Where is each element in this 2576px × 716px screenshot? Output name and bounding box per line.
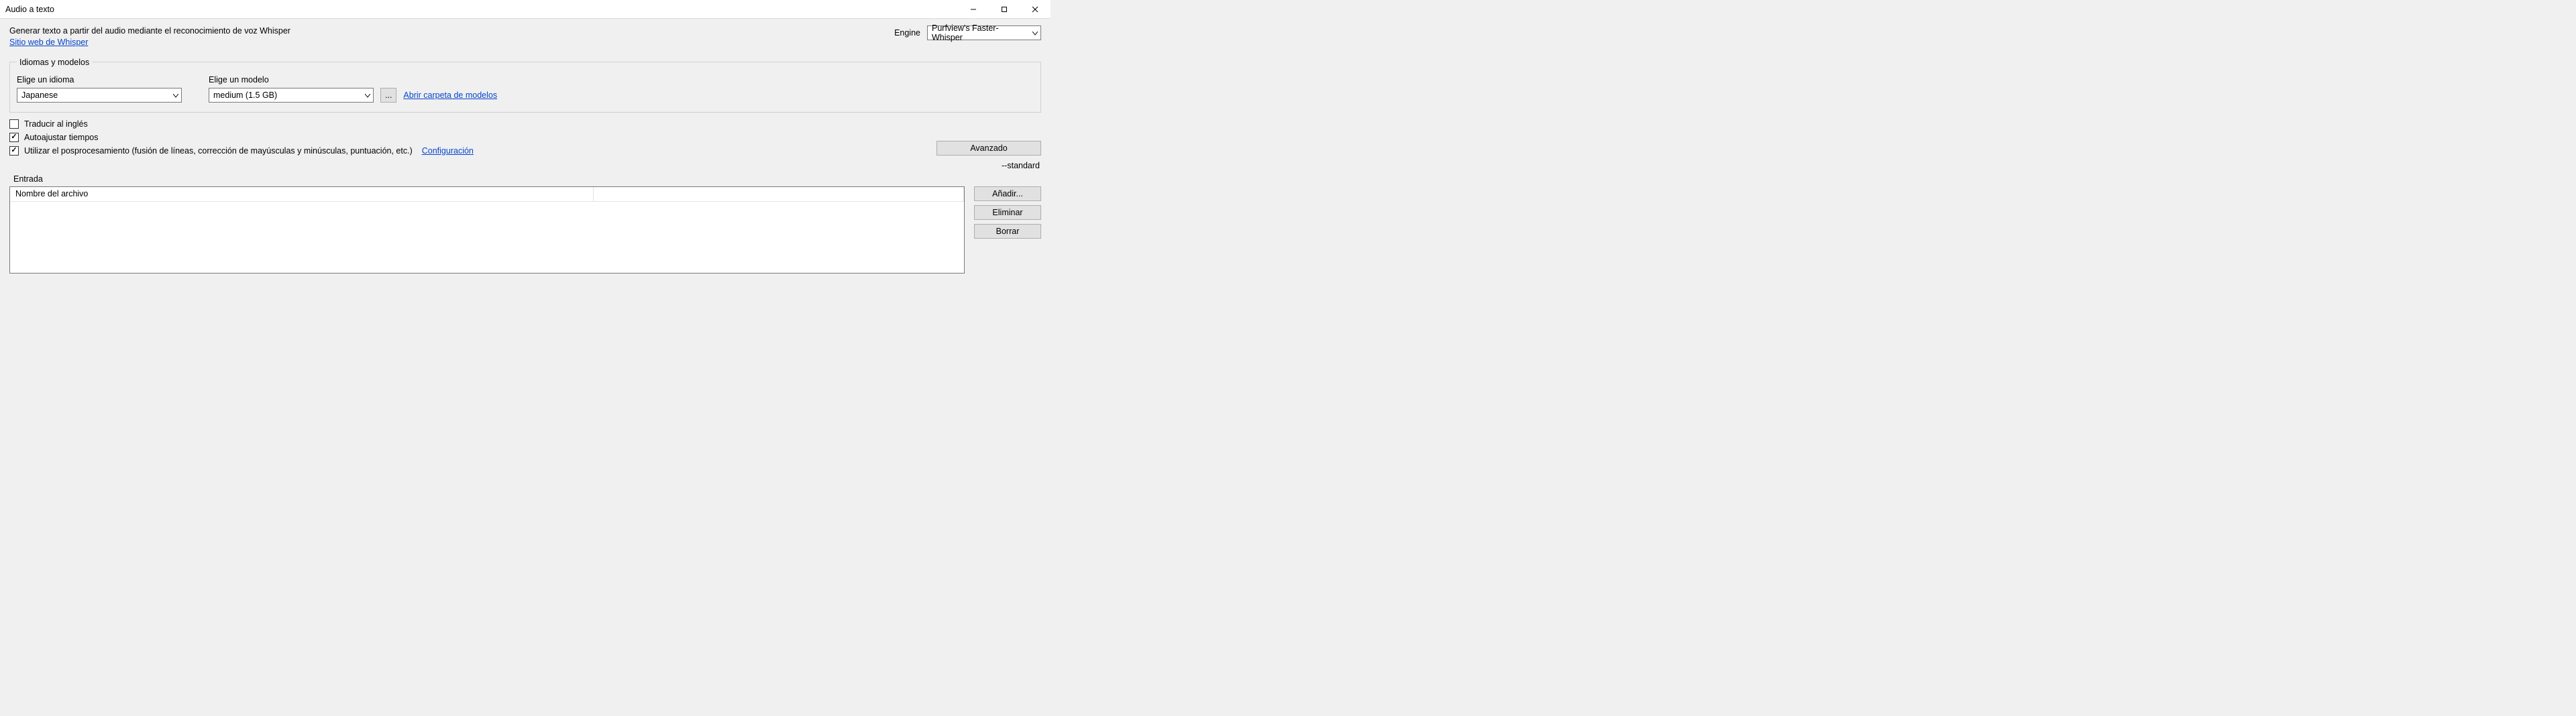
language-column: Elige un idioma Japanese bbox=[17, 75, 182, 103]
standard-text: --standard bbox=[1002, 161, 1041, 170]
translate-label: Traducir al inglés bbox=[24, 119, 88, 129]
side-buttons: Añadir... Eliminar Borrar bbox=[974, 186, 1041, 239]
engine-select[interactable]: Purfview's Faster-Whisper bbox=[927, 25, 1041, 40]
engine-select-value: Purfview's Faster-Whisper bbox=[932, 23, 1028, 42]
clear-button-label: Borrar bbox=[996, 227, 1020, 236]
open-models-folder-link[interactable]: Abrir carpeta de modelos bbox=[403, 91, 497, 100]
ellipsis-icon: ... bbox=[385, 91, 392, 100]
options-area: Traducir al inglés Autoajustar tiempos U… bbox=[9, 119, 1041, 156]
add-button-label: Añadir... bbox=[992, 189, 1023, 198]
model-row: medium (1.5 GB) ... Abrir carpeta de mod… bbox=[209, 88, 497, 103]
chevron-down-icon bbox=[1032, 28, 1038, 38]
group-columns: Elige un idioma Japanese Elige un modelo… bbox=[17, 75, 1034, 103]
remove-button[interactable]: Eliminar bbox=[974, 205, 1041, 220]
postproc-checkbox[interactable] bbox=[9, 146, 19, 156]
maximize-button[interactable] bbox=[989, 0, 1020, 19]
header-row: Generar texto a partir del audio mediant… bbox=[9, 25, 1041, 48]
engine-row: Engine Purfview's Faster-Whisper bbox=[894, 25, 1041, 40]
titlebar: Audio a texto bbox=[0, 0, 1051, 19]
chevron-down-icon bbox=[365, 91, 370, 100]
translate-check-row: Traducir al inglés bbox=[9, 119, 1041, 129]
model-column: Elige un modelo medium (1.5 GB) ... Abri… bbox=[209, 75, 497, 103]
audio-to-text-window: Audio a texto Generar texto a partir del… bbox=[0, 0, 1051, 279]
window-title: Audio a texto bbox=[5, 5, 54, 14]
chevron-down-icon bbox=[173, 91, 178, 100]
model-select[interactable]: medium (1.5 GB) bbox=[209, 88, 374, 103]
add-button[interactable]: Añadir... bbox=[974, 186, 1041, 201]
model-label: Elige un modelo bbox=[209, 75, 497, 84]
checks-column: Traducir al inglés Autoajustar tiempos U… bbox=[9, 119, 1041, 156]
filelist-row: Nombre del archivo Añadir... Eliminar Bo… bbox=[9, 186, 1041, 274]
translate-checkbox[interactable] bbox=[9, 119, 19, 129]
postproc-check-row: Utilizar el posprocesamiento (fusión de … bbox=[9, 146, 1041, 156]
language-select[interactable]: Japanese bbox=[17, 88, 182, 103]
clear-button[interactable]: Borrar bbox=[974, 224, 1041, 239]
language-label: Elige un idioma bbox=[17, 75, 182, 84]
autoadjust-check-row: Autoajustar tiempos bbox=[9, 133, 1041, 142]
advanced-button-label: Avanzado bbox=[970, 143, 1007, 153]
whisper-site-link[interactable]: Sitio web de Whisper bbox=[9, 38, 88, 47]
advanced-button[interactable]: Avanzado bbox=[936, 141, 1041, 156]
content-area: Generar texto a partir del audio mediant… bbox=[0, 19, 1051, 279]
minimize-button[interactable] bbox=[958, 0, 989, 19]
col-filename-header[interactable]: Nombre del archivo bbox=[10, 187, 594, 201]
group-legend: Idiomas y modelos bbox=[17, 58, 92, 67]
advanced-block: Avanzado --standard bbox=[936, 141, 1041, 170]
file-list-header: Nombre del archivo bbox=[10, 187, 964, 202]
close-button[interactable] bbox=[1020, 0, 1051, 19]
description-text: Generar texto a partir del audio mediant… bbox=[9, 25, 290, 37]
autoadjust-label: Autoajustar tiempos bbox=[24, 133, 98, 142]
file-list[interactable]: Nombre del archivo bbox=[9, 186, 965, 274]
postproc-config-link[interactable]: Configuración bbox=[422, 146, 474, 156]
browse-model-button[interactable]: ... bbox=[380, 88, 396, 103]
model-select-value: medium (1.5 GB) bbox=[213, 91, 277, 100]
description-block: Generar texto a partir del audio mediant… bbox=[9, 25, 290, 48]
input-label: Entrada bbox=[13, 174, 1041, 184]
language-select-value: Japanese bbox=[21, 91, 58, 100]
window-buttons bbox=[958, 0, 1051, 19]
postproc-label: Utilizar el posprocesamiento (fusión de … bbox=[24, 146, 413, 156]
autoadjust-checkbox[interactable] bbox=[9, 133, 19, 142]
col-empty-header[interactable] bbox=[594, 187, 964, 201]
languages-models-group: Idiomas y modelos Elige un idioma Japane… bbox=[9, 58, 1041, 113]
engine-label: Engine bbox=[894, 28, 920, 38]
input-section: Entrada Nombre del archivo Añadir... Eli… bbox=[9, 174, 1041, 274]
remove-button-label: Eliminar bbox=[992, 208, 1022, 217]
